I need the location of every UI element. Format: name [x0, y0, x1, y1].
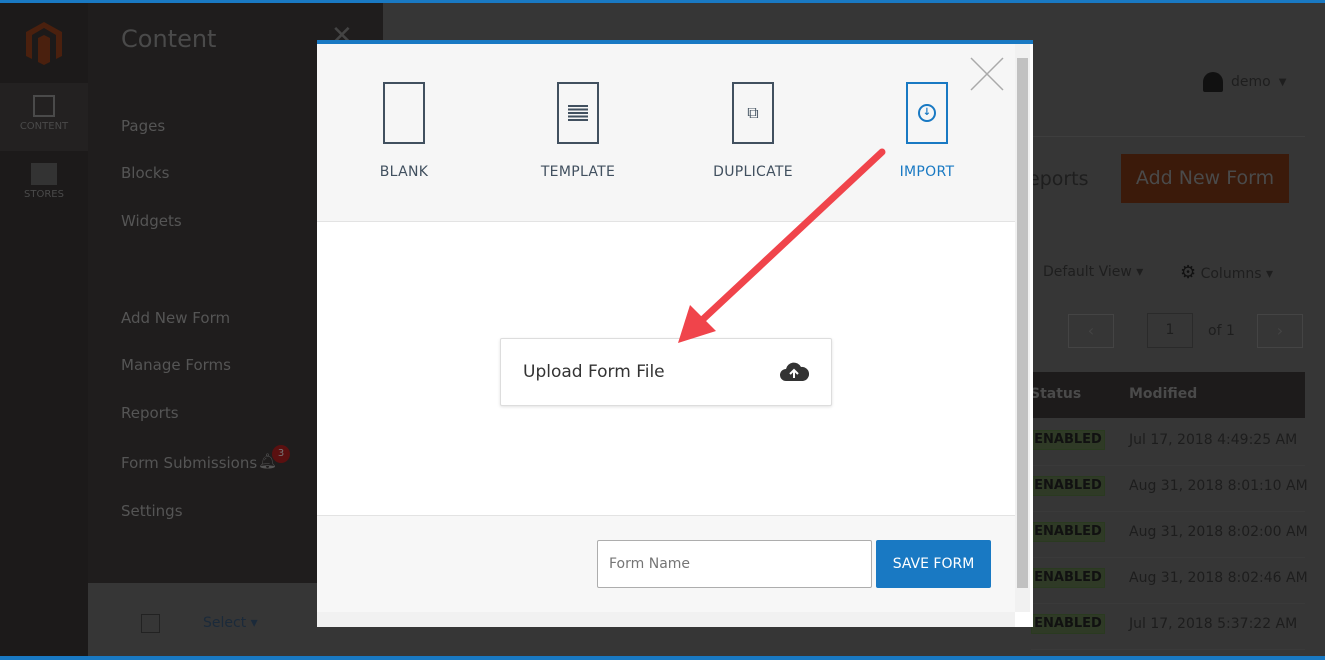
- arrow-shaft: [696, 148, 886, 326]
- annotation-arrow: [678, 148, 886, 343]
- bottom-accent-bar: [0, 656, 1325, 660]
